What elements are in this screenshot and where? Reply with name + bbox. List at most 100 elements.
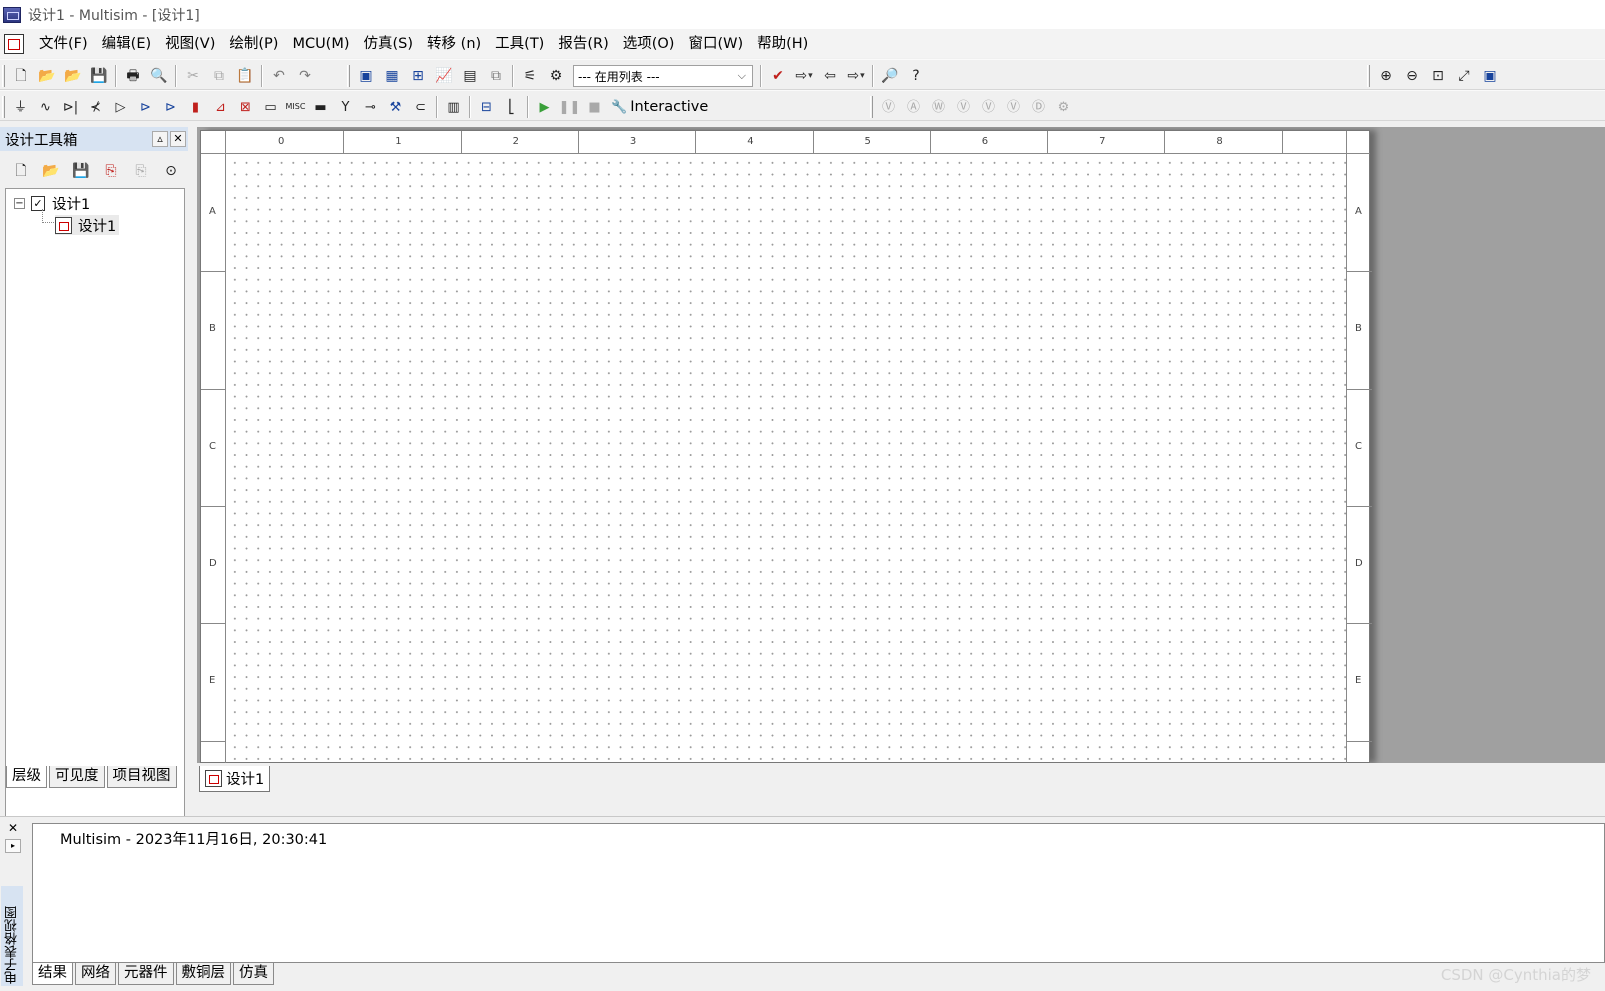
mcu-icon[interactable]: ▥: [441, 95, 466, 119]
menu-edit[interactable]: 编辑(E): [95, 32, 158, 56]
diode-icon[interactable]: ⊳|: [58, 95, 83, 119]
electromechanical-icon[interactable]: ⊸: [358, 95, 383, 119]
open-sample-icon[interactable]: 📂: [60, 64, 86, 88]
stop-icon[interactable]: ■: [582, 95, 607, 119]
power-icon[interactable]: ▭: [258, 95, 283, 119]
zoom-area-icon[interactable]: ⊡: [1425, 64, 1451, 88]
postprocessor-icon[interactable]: ▤: [457, 64, 483, 88]
print-icon[interactable]: 🖶: [120, 64, 146, 88]
tab-nets[interactable]: 网络: [75, 963, 116, 985]
menu-view[interactable]: 视图(V): [158, 32, 222, 56]
menu-file[interactable]: 文件(F): [32, 32, 95, 56]
erc-check-icon[interactable]: ✔: [765, 64, 791, 88]
analog-icon[interactable]: ▷: [108, 95, 133, 119]
toggle-spreadsheet-icon[interactable]: ▦: [379, 64, 405, 88]
database-manager-icon[interactable]: ⊞: [405, 64, 431, 88]
voltage-current-probe-icon[interactable]: Ⓥ: [976, 95, 1001, 119]
ttl-icon[interactable]: ⊳: [133, 95, 158, 119]
forward-annotate-icon[interactable]: ⇨: [843, 64, 869, 88]
autohide-icon[interactable]: ▵: [152, 131, 168, 147]
save-design-icon[interactable]: 💾: [66, 159, 96, 183]
results-log[interactable]: Multisim - 2023年11月16日, 20:30:41: [32, 823, 1605, 963]
current-probe-icon[interactable]: Ⓐ: [901, 95, 926, 119]
component-wizard-icon[interactable]: ⧉: [483, 64, 509, 88]
menu-tools[interactable]: 工具(T): [488, 32, 551, 56]
find-examples-icon[interactable]: 🔎: [877, 64, 903, 88]
sheet-tab[interactable]: 设计1: [199, 766, 271, 792]
rf-icon[interactable]: Y: [333, 95, 358, 119]
in-use-list-icon[interactable]: ⚟: [517, 64, 543, 88]
mixed-icon[interactable]: ⊿: [208, 95, 233, 119]
full-screen-icon[interactable]: ▣: [1477, 64, 1503, 88]
rename-icon[interactable]: ⎘: [126, 159, 156, 183]
electrical-rules-icon[interactable]: ⚙: [543, 64, 569, 88]
zoom-fit-icon[interactable]: ⤢: [1451, 64, 1477, 88]
close-icon[interactable]: ✕: [5, 820, 21, 836]
cmos-icon[interactable]: ⊳: [158, 95, 183, 119]
misc-digital-icon[interactable]: ▮: [183, 95, 208, 119]
hierarchy-icon[interactable]: ⊙: [156, 159, 186, 183]
pin-icon[interactable]: ▸: [5, 839, 21, 853]
menu-simulate[interactable]: 仿真(S): [357, 32, 421, 56]
source-icon[interactable]: ⏚: [8, 95, 33, 119]
tab-simulation[interactable]: 仿真: [233, 963, 274, 985]
open-design-icon[interactable]: 📂: [36, 159, 66, 183]
toolbar-grip[interactable]: [2, 65, 5, 87]
tab-components[interactable]: 元器件: [118, 963, 174, 985]
tab-project-view[interactable]: 项目视图: [106, 766, 177, 788]
toolbar-grip[interactable]: [347, 65, 350, 87]
transfer-to-ultiboard-icon[interactable]: ⇨: [791, 64, 817, 88]
pause-icon[interactable]: ❚❚: [557, 95, 582, 119]
basic-icon[interactable]: ∿: [33, 95, 58, 119]
menu-window[interactable]: 窗口(W): [681, 32, 750, 56]
transistor-icon[interactable]: ⊀: [83, 95, 108, 119]
save-icon[interactable]: 💾: [86, 64, 112, 88]
menu-options[interactable]: 选项(O): [616, 32, 682, 56]
tab-results[interactable]: 结果: [32, 963, 73, 985]
tree-child[interactable]: 设计1: [55, 215, 120, 235]
copy-icon[interactable]: ⧉: [206, 64, 232, 88]
advanced-peripherals-icon[interactable]: ▬: [308, 95, 333, 119]
menu-help[interactable]: 帮助(H): [750, 32, 815, 56]
backannotate-icon[interactable]: ⇦: [817, 64, 843, 88]
tab-copper-layers[interactable]: 敷铜层: [175, 963, 231, 985]
hierarchical-block-icon[interactable]: ⊟: [474, 95, 499, 119]
toggle-design-toolbox-icon[interactable]: ▣: [353, 64, 379, 88]
grapher-icon[interactable]: 📈: [431, 64, 457, 88]
paste-icon[interactable]: 📋: [232, 64, 258, 88]
indicator-icon[interactable]: ⊠: [233, 95, 258, 119]
digital-probe-icon[interactable]: Ⓓ: [1026, 95, 1051, 119]
help-icon[interactable]: ?: [903, 64, 929, 88]
schematic-grid[interactable]: [226, 154, 1346, 763]
print-preview-icon[interactable]: 🔍: [146, 64, 172, 88]
collapse-icon[interactable]: −: [14, 197, 25, 209]
simulation-mode[interactable]: 🔧 Interactive: [607, 99, 712, 115]
new-file-icon[interactable]: 🗋: [8, 64, 34, 88]
menu-reports[interactable]: 报告(R): [551, 32, 615, 56]
menu-place[interactable]: 绘制(P): [222, 32, 285, 56]
menu-mcu[interactable]: MCU(M): [285, 32, 356, 56]
zoom-in-icon[interactable]: ⊕: [1373, 64, 1399, 88]
run-icon[interactable]: ▶: [532, 95, 557, 119]
redo-icon[interactable]: ↷: [292, 64, 318, 88]
new-design-icon[interactable]: 🗋: [6, 159, 36, 183]
open-folder-icon[interactable]: 📂: [34, 64, 60, 88]
connector-icon[interactable]: ⊂: [408, 95, 433, 119]
toolbar-grip[interactable]: [2, 96, 5, 118]
cut-icon[interactable]: ✂: [180, 64, 206, 88]
bus-icon[interactable]: ⎣: [499, 95, 524, 119]
in-use-list-dropdown[interactable]: --- 在用列表 --- ⌵: [573, 65, 753, 87]
close-design-icon[interactable]: ⎘: [96, 159, 126, 183]
undo-icon[interactable]: ↶: [266, 64, 292, 88]
schematic-workspace[interactable]: 0 1 2 3 4 5 6 7 8 A B C D E A B C D E: [197, 127, 1605, 763]
toolbar-grip[interactable]: [1367, 65, 1370, 87]
zoom-out-icon[interactable]: ⊖: [1399, 64, 1425, 88]
tab-visibility[interactable]: 可见度: [49, 766, 105, 788]
voltage-probe-icon[interactable]: Ⓥ: [876, 95, 901, 119]
ni-components-icon[interactable]: ⚒: [383, 95, 408, 119]
misc-icon[interactable]: MISC: [283, 95, 308, 119]
tab-hierarchy[interactable]: 层级: [6, 766, 47, 788]
differential-voltage-probe-icon[interactable]: Ⓥ: [951, 95, 976, 119]
close-icon[interactable]: ✕: [170, 131, 186, 147]
reference-probe-icon[interactable]: Ⓥ: [1001, 95, 1026, 119]
